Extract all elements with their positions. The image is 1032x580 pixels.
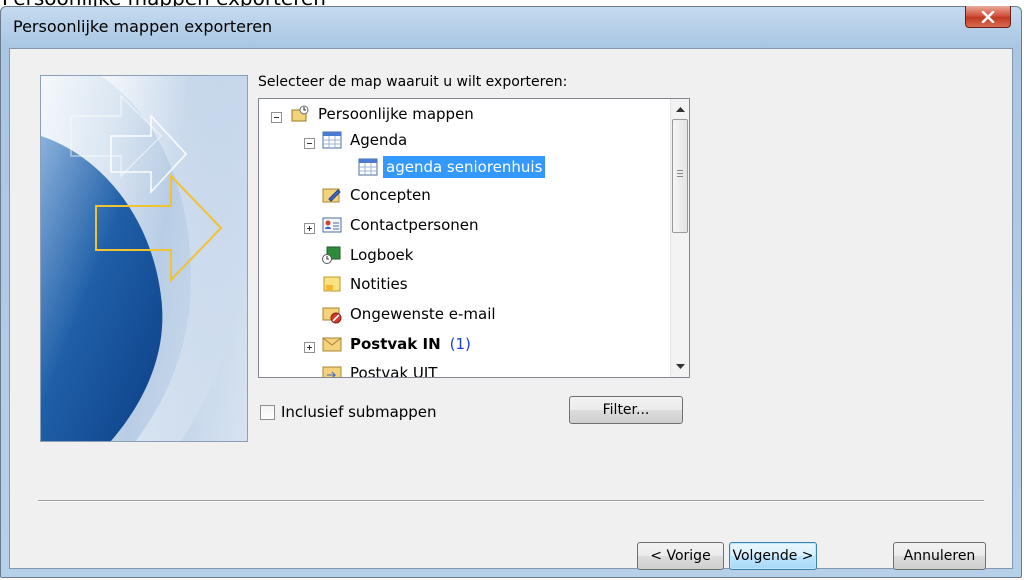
drafts-icon <box>322 188 341 203</box>
close-icon <box>981 10 995 23</box>
tree-item-label: Postvak IN <box>350 335 441 353</box>
minus-icon <box>307 143 312 144</box>
wizard-illustration <box>40 75 248 442</box>
expand-toggle[interactable] <box>304 342 315 353</box>
tree-item-notities[interactable]: Notities <box>321 269 411 299</box>
folder-prompt: Selecteer de map waaruit u wilt exporter… <box>258 74 568 90</box>
tree-item-label: Logboek <box>350 246 414 264</box>
scroll-up-button[interactable] <box>671 100 689 118</box>
tree-item-postvak-uit[interactable]: Postvak UIT <box>321 358 440 378</box>
dialog-title: Persoonlijke mappen exporteren <box>13 17 273 36</box>
next-button[interactable]: Volgende > <box>729 542 817 570</box>
tree-item-label: Concepten <box>350 186 431 204</box>
grip-line <box>677 173 683 174</box>
contacts-icon <box>322 217 342 233</box>
minus-icon <box>274 117 279 118</box>
tree-item-logboek[interactable]: Logboek <box>321 240 416 270</box>
tree-item-agenda-seniorenhuis[interactable]: agenda seniorenhuis <box>357 152 546 182</box>
personal-folders-icon <box>291 105 309 122</box>
arrow-up-icon <box>675 107 685 112</box>
dialog-body: Selecteer de map waaruit u wilt exporter… <box>9 48 1013 570</box>
folder-tree[interactable]: Persoonlijke mappen Agenda agenda senior… <box>258 98 690 378</box>
tree-item-label: Postvak UIT <box>350 364 438 378</box>
inbox-icon <box>322 337 342 352</box>
cancel-button[interactable]: Annuleren <box>893 542 986 570</box>
plus-icon <box>307 226 312 231</box>
close-button[interactable] <box>965 6 1011 28</box>
tree-item-ongewenste-email[interactable]: Ongewenste e-mail <box>321 299 499 329</box>
tree-item-label: Agenda <box>350 131 408 149</box>
dialog-separator <box>38 500 984 502</box>
tree-item-agenda[interactable]: Agenda <box>321 125 410 155</box>
filter-button[interactable]: Filter... <box>569 396 683 424</box>
collapse-toggle[interactable] <box>271 112 282 123</box>
checkbox-box[interactable] <box>260 404 275 420</box>
unread-count: (1) <box>449 335 471 353</box>
tree-item-label: agenda seniorenhuis <box>383 156 546 178</box>
outbox-icon <box>322 366 342 377</box>
export-dialog: Persoonlijke mappen exporteren Selecteer… <box>0 6 1022 578</box>
notes-icon <box>323 276 341 292</box>
junk-mail-icon <box>322 307 342 324</box>
title-bar: Persoonlijke mappen exporteren <box>1 6 1021 47</box>
tree-item-postvak-in[interactable]: Postvak IN (1) <box>321 329 471 359</box>
tree-item-label: Notities <box>350 275 408 293</box>
tree-scrollbar[interactable] <box>670 99 689 377</box>
plus-icon <box>307 345 312 350</box>
tree-item-label: Persoonlijke mappen <box>318 105 474 123</box>
back-button[interactable]: < Vorige <box>637 542 724 570</box>
grip-line <box>677 170 683 171</box>
journal-icon <box>322 246 341 264</box>
include-subfolders-checkbox[interactable]: Inclusief submappen <box>260 403 437 421</box>
tree-item-label: Contactpersonen <box>350 216 479 234</box>
include-subfolders-label: Inclusief submappen <box>281 403 437 421</box>
expand-toggle[interactable] <box>304 223 315 234</box>
tree-item-contactpersonen[interactable]: Contactpersonen <box>321 210 482 240</box>
tree-item-label: Ongewenste e-mail <box>350 305 496 323</box>
tree-item-concepten[interactable]: Concepten <box>321 180 434 210</box>
calendar-icon <box>322 131 342 149</box>
calendar-icon <box>358 158 378 176</box>
scroll-down-button[interactable] <box>671 358 689 376</box>
collapse-toggle[interactable] <box>304 138 315 149</box>
arrow-down-icon <box>675 364 685 369</box>
scroll-thumb[interactable] <box>672 119 688 233</box>
grip-line <box>677 176 683 177</box>
